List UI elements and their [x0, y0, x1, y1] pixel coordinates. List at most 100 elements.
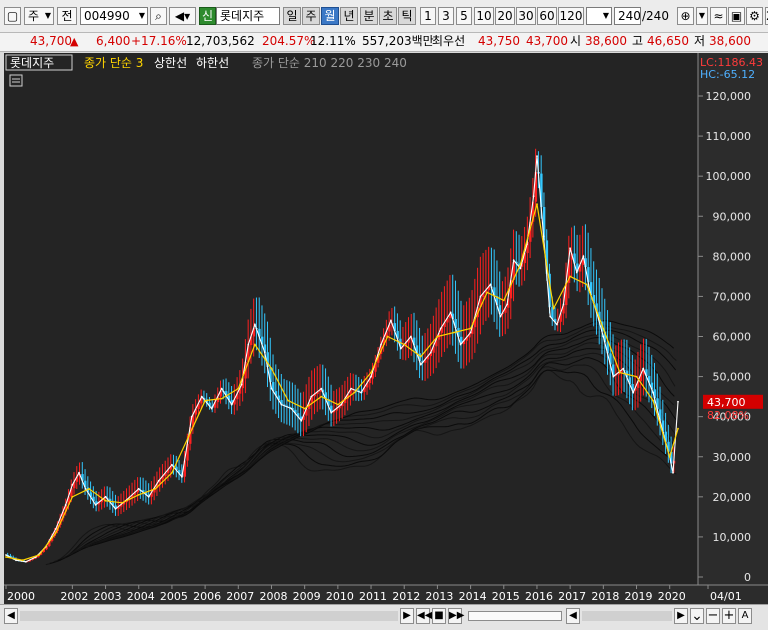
count-120-button[interactable]: 120: [558, 7, 584, 25]
close-price-line-point: [330, 411, 333, 414]
scroll-right-small-button[interactable]: ▶: [674, 608, 688, 624]
close-price-line-point: [672, 471, 674, 474]
count-60-button[interactable]: 60: [537, 7, 557, 25]
all-button[interactable]: 전: [57, 7, 77, 25]
close-price-line-point: [200, 395, 203, 398]
y-tick-label: 20,000: [713, 491, 752, 504]
speaker-icon[interactable]: ◀▾: [169, 7, 196, 25]
period-tick-button[interactable]: 틱: [398, 7, 416, 25]
count-20-button[interactable]: 20: [495, 7, 515, 25]
price-change: 6,400: [96, 34, 131, 48]
close-price-line-point: [290, 407, 293, 410]
close-price-line-point: [602, 335, 605, 338]
count-30-button[interactable]: 30: [516, 7, 536, 25]
chart-scrollbar[interactable]: ◀ ▶ ◀◀ ■ ▶▶ ◀ ▶ ⌄ − + A: [0, 604, 768, 630]
period-week-button[interactable]: 주: [302, 7, 320, 25]
count-5-button[interactable]: 5: [456, 7, 472, 25]
best-ask-price: 43,700: [526, 34, 568, 48]
save-icon[interactable]: ▣: [728, 7, 745, 25]
ma3-line-point: [419, 355, 422, 358]
crosshair-icon[interactable]: ⊕: [677, 7, 694, 25]
period-month-button[interactable]: 월: [321, 7, 339, 25]
close-price-line-point: [280, 403, 283, 406]
close-price-line-point: [310, 395, 313, 398]
x-tick-label: 2017: [558, 590, 586, 603]
close-price-line-point: [549, 315, 552, 318]
close-price-line-point: [569, 247, 571, 250]
stock-code-value: 004990: [84, 9, 130, 23]
ma3-line-point: [486, 291, 489, 294]
close-price-line-point: [652, 391, 654, 394]
window-icon[interactable]: ▢: [4, 7, 21, 25]
market-select[interactable]: 주 ▼: [24, 7, 54, 25]
ma3-line-point: [652, 399, 654, 402]
count-10-button[interactable]: 10: [474, 7, 494, 25]
text-tool-icon[interactable]: A: [738, 608, 752, 624]
y-tick-label: 30,000: [713, 451, 752, 464]
zoom-in-icon[interactable]: +: [722, 608, 736, 624]
ma3-line-point: [668, 455, 671, 458]
period-year-button[interactable]: 년: [340, 7, 358, 25]
x-tick-label: 2019: [625, 590, 653, 603]
ma3-line-point: [204, 399, 207, 402]
ma3-line-point: [38, 554, 41, 556]
legend-price-ma: 종가 단순 3: [84, 56, 143, 70]
period-minute-button[interactable]: 분: [360, 7, 378, 25]
ma3-line-point: [619, 371, 621, 374]
close-price-line-point: [350, 387, 352, 390]
zoom-out-icon[interactable]: −: [706, 608, 720, 624]
scroll-track[interactable]: [20, 611, 398, 621]
y-tick-label: 90,000: [713, 210, 752, 223]
count-3-button[interactable]: 3: [438, 7, 454, 25]
ma3-line-point: [137, 493, 140, 496]
gear-icon[interactable]: ⚙: [746, 7, 763, 25]
ma3-line-point: [220, 397, 223, 400]
close-price-line-point: [360, 391, 362, 394]
stop-button[interactable]: ■: [432, 608, 446, 624]
custom-count-select[interactable]: ▼: [586, 7, 612, 25]
y-tick-label: 110,000: [706, 130, 752, 143]
search-icon[interactable]: ⌕: [150, 7, 167, 25]
chart-panel[interactable]: 0 10,000 20,000 30,000 40,000 50,000 60,000 70,…: [4, 53, 768, 605]
scroll-left-button[interactable]: ◀: [4, 608, 18, 624]
high-label: 고: [632, 34, 644, 48]
close-price-line-point: [556, 323, 558, 326]
close-price-line-point: [54, 528, 57, 530]
ma3-line-point: [121, 501, 123, 504]
close-price-line-point: [449, 311, 452, 314]
x-tick-label: 2015: [492, 590, 520, 603]
bar-count-input[interactable]: 240: [614, 7, 641, 25]
period-second-button[interactable]: 초: [379, 7, 397, 25]
open-price: 38,600: [585, 34, 627, 48]
legend-lower-band: 하한선: [196, 56, 229, 70]
ma3-line-point: [71, 495, 74, 498]
x-tick-label: 2010: [326, 590, 354, 603]
low-label: 저: [694, 34, 706, 48]
x-tick-label: 04/01: [710, 590, 742, 603]
scroll-track-2[interactable]: [582, 611, 672, 621]
ma3-line-point: [88, 487, 90, 490]
y-tick-label: 80,000: [713, 250, 752, 263]
x-tick-label: 2009: [293, 590, 321, 603]
stock-name-field[interactable]: 롯데지주: [216, 7, 280, 25]
rewind-button[interactable]: ◀◀: [416, 608, 432, 624]
stock-code-input[interactable]: 004990 ▼: [80, 7, 148, 25]
close-price-line-point: [677, 400, 679, 403]
period-day-button[interactable]: 일: [283, 7, 301, 25]
ma3-line-point: [552, 307, 555, 310]
trade-amount: 557,203백만: [362, 34, 434, 48]
dropdown-arrow-icon[interactable]: ▼: [696, 7, 708, 25]
count-1-button[interactable]: 1: [420, 7, 436, 25]
collapse-icon[interactable]: ⌄: [690, 608, 704, 624]
current-price: 43,700: [30, 34, 72, 48]
scroll-left-small-button[interactable]: ◀: [566, 608, 580, 624]
scroll-right-button[interactable]: ▶: [400, 608, 414, 624]
play-button[interactable]: ▶▶: [448, 608, 464, 624]
ma3-line-point: [270, 367, 273, 370]
zoom-slider[interactable]: [468, 611, 562, 621]
price-chart[interactable]: 010,00020,00030,00040,00050,00060,00070,…: [4, 53, 768, 605]
best-bid-price: 43,750: [478, 34, 520, 48]
close-price-line-point: [230, 403, 233, 406]
close-price-line-point: [171, 463, 173, 466]
chart-config-icon[interactable]: ≈: [710, 7, 727, 25]
